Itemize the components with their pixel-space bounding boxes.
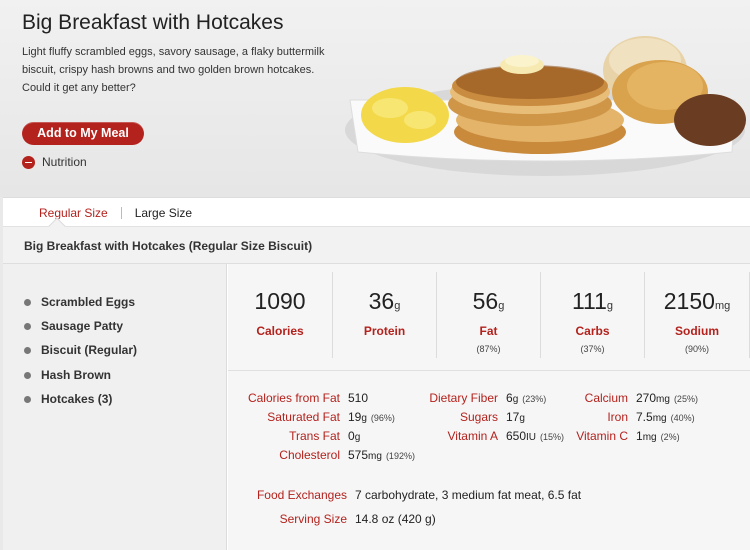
stat-percent: (87%) bbox=[476, 344, 501, 354]
stat-value: 2150mg bbox=[663, 288, 731, 314]
product-title: Big Breakfast with Hotcakes bbox=[22, 11, 284, 34]
stat-value: 111g bbox=[571, 288, 614, 314]
ingredient-label: Hash Brown bbox=[41, 368, 112, 382]
bullet-icon bbox=[24, 395, 31, 403]
stat-label: Fat bbox=[479, 324, 498, 338]
detail-iron: Iron 7.5mg (40%) bbox=[607, 410, 695, 424]
stat-label: Sodium bbox=[675, 324, 719, 338]
detail-saturated-fat: Saturated Fat 19g (96%) bbox=[267, 410, 395, 424]
food-exchanges: Food Exchanges 7 carbohydrate, 3 medium … bbox=[256, 488, 582, 502]
bullet-icon bbox=[24, 322, 31, 330]
tab-large-size[interactable]: Large Size bbox=[135, 206, 192, 220]
food-photo bbox=[345, 36, 746, 176]
ingredient-label: Scrambled Eggs bbox=[41, 295, 136, 309]
nutrition-toggle[interactable]: Nutrition bbox=[22, 155, 87, 169]
stat-fat: 56g Fat (87%) bbox=[437, 272, 541, 358]
detail-calcium: Calcium 270mg (25%) bbox=[584, 391, 698, 405]
detail-cholesterol: Cholesterol 575mg (192%) bbox=[279, 448, 415, 462]
stat-calories: 1090 Calories bbox=[228, 272, 333, 358]
ingredient-label: Hotcakes (3) bbox=[41, 392, 113, 406]
stat-percent: (37%) bbox=[580, 344, 605, 354]
item-title-bar: Big Breakfast with Hotcakes (Regular Siz… bbox=[3, 217, 750, 264]
nutrition-panel: Regular Size Large Size Big Breakfast wi… bbox=[3, 197, 750, 550]
nutrition-facts: 1090 Calories 36g Protein 56g Fat (87%) … bbox=[228, 264, 750, 550]
add-to-meal-button[interactable]: Add to My Meal bbox=[22, 122, 144, 145]
bullet-icon bbox=[24, 298, 31, 306]
detail-sugars: Sugars 17g bbox=[459, 410, 525, 424]
stats-divider bbox=[228, 370, 750, 371]
detail-vitamin-c: Vitamin C 1mg (2%) bbox=[576, 429, 680, 443]
stat-label: Carbs bbox=[575, 324, 610, 338]
ingredient-item[interactable]: Sausage Patty bbox=[24, 319, 123, 333]
item-title: Big Breakfast with Hotcakes (Regular Siz… bbox=[24, 239, 313, 253]
stat-sodium: 2150mg Sodium (90%) bbox=[645, 272, 750, 358]
detail-trans-fat: Trans Fat 0g bbox=[289, 429, 361, 443]
detail-dietary-fiber: Dietary Fiber 6g (23%) bbox=[429, 391, 547, 405]
stat-percent: (90%) bbox=[684, 344, 709, 354]
detail-calories-from-fat: Calories from Fat 510 bbox=[247, 391, 369, 405]
tab-pointer bbox=[48, 217, 66, 235]
ingredient-item[interactable]: Hash Brown bbox=[24, 368, 111, 382]
ingredient-label: Biscuit (Regular) bbox=[41, 343, 138, 357]
minus-circle-icon bbox=[22, 155, 35, 169]
product-hero: Big Breakfast with Hotcakes Light fluffy… bbox=[0, 0, 750, 197]
size-tabs: Regular Size Large Size bbox=[39, 206, 192, 220]
stat-carbs: 111g Carbs (37%) bbox=[541, 272, 645, 358]
stat-label: Protein bbox=[363, 324, 406, 338]
ingredient-item[interactable]: Biscuit (Regular) bbox=[24, 343, 137, 357]
detail-vitamin-a: Vitamin A 650IU (15%) bbox=[447, 429, 565, 443]
ingredient-item[interactable]: Hotcakes (3) bbox=[24, 392, 112, 406]
stat-value: 36g bbox=[368, 288, 401, 314]
bullet-icon bbox=[24, 371, 31, 379]
tab-regular-size[interactable]: Regular Size bbox=[39, 206, 108, 220]
stat-protein: 36g Protein bbox=[333, 272, 437, 358]
ingredients-list: Scrambled Eggs Sausage Patty Biscuit (Re… bbox=[3, 264, 227, 550]
nutrition-toggle-label: Nutrition bbox=[42, 155, 87, 169]
stat-value: 1090 bbox=[254, 288, 306, 314]
tab-divider bbox=[120, 207, 122, 219]
bullet-icon bbox=[24, 346, 31, 354]
stat-value: 56g bbox=[472, 288, 505, 314]
ingredient-item[interactable]: Scrambled Eggs bbox=[24, 295, 135, 309]
stat-label: Calories bbox=[256, 324, 304, 338]
serving-size: Serving Size 14.8 oz (420 g) bbox=[279, 512, 436, 526]
product-description: Light fluffy scrambled eggs, savory saus… bbox=[22, 46, 325, 94]
ingredient-label: Sausage Patty bbox=[41, 319, 124, 333]
